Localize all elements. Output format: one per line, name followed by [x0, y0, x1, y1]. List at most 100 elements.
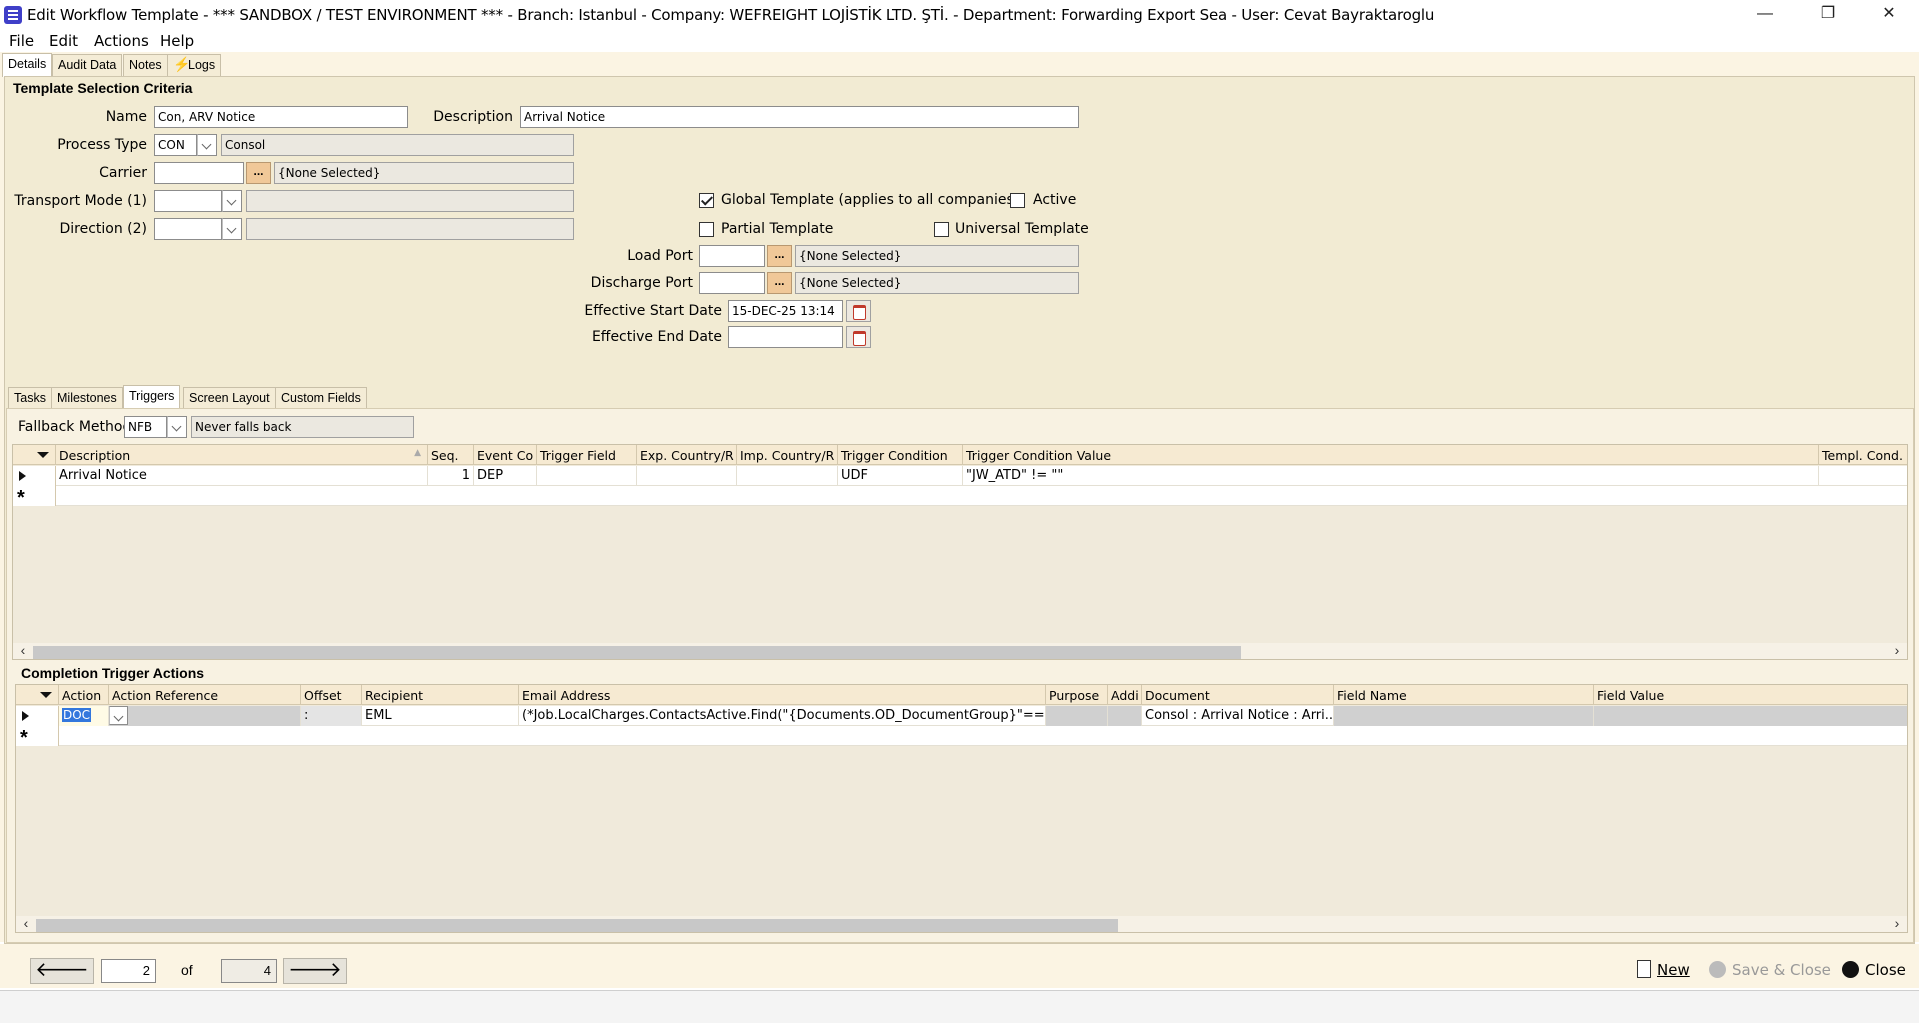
name-field[interactable]: Con, ARV Notice: [154, 106, 408, 128]
menu-edit[interactable]: Edit: [49, 32, 78, 50]
menu-actions[interactable]: Actions: [94, 32, 149, 50]
col-templ-cond-1[interactable]: Templ. Cond. 1: [1819, 445, 1907, 465]
cell-exp-country[interactable]: [637, 466, 737, 486]
col-seq[interactable]: Seq.: [428, 445, 474, 465]
carrier-lookup-button[interactable]: ...: [246, 162, 271, 184]
calendar-icon[interactable]: [846, 326, 871, 348]
minimize-button[interactable]: —: [1742, 0, 1788, 30]
menu-help[interactable]: Help: [160, 32, 194, 50]
cell-document[interactable]: Consol : Arrival Notice : Arri...: [1142, 706, 1334, 726]
cell-action[interactable]: DOC: [59, 706, 109, 726]
col-email-address[interactable]: Email Address: [519, 685, 1046, 705]
new-row[interactable]: *: [16, 726, 1907, 748]
description-field[interactable]: Arrival Notice: [520, 106, 1079, 128]
scroll-right-icon[interactable]: ›: [1889, 916, 1905, 932]
cell-offset[interactable]: :: [301, 706, 362, 726]
cell-trigger-field[interactable]: [537, 466, 637, 486]
scroll-right-icon[interactable]: ›: [1889, 643, 1905, 659]
effective-end-field[interactable]: [728, 326, 843, 348]
cell-recipient[interactable]: EML: [362, 706, 519, 726]
col-imp-country[interactable]: Imp. Country/R: [737, 445, 838, 465]
col-action[interactable]: Action: [59, 685, 109, 705]
transport-mode-field[interactable]: [154, 190, 222, 212]
close-button[interactable]: Close: [1840, 958, 1906, 982]
tab-screen-layout[interactable]: Screen Layout: [183, 387, 276, 408]
tab-milestones[interactable]: Milestones: [51, 387, 123, 408]
active-checkbox[interactable]: [1010, 193, 1025, 208]
universal-template-checkbox[interactable]: [934, 222, 949, 237]
table-row[interactable]: DOC : EML (*Job.LocalCharges.ContactsAct…: [16, 706, 1907, 726]
tab-notes[interactable]: Notes: [123, 54, 168, 76]
load-port-lookup-button[interactable]: ...: [767, 245, 792, 267]
process-type-dropdown[interactable]: [197, 134, 217, 156]
grid-menu[interactable]: [13, 445, 56, 465]
new-button[interactable]: New: [1634, 958, 1694, 982]
cell-field-name[interactable]: [1334, 706, 1594, 726]
calendar-icon[interactable]: [846, 300, 871, 322]
col-field-name[interactable]: Field Name: [1334, 685, 1594, 705]
current-record-field[interactable]: 2: [101, 959, 156, 983]
triggers-grid-header: Description ▲ Seq. Event Co Trigger Fiel…: [13, 445, 1907, 465]
scroll-thumb[interactable]: [36, 919, 1118, 932]
tab-logs[interactable]: ⚡ Logs: [167, 54, 222, 76]
col-description[interactable]: Description ▲: [56, 445, 428, 465]
col-recipient[interactable]: Recipient: [362, 685, 519, 705]
menu-file[interactable]: File: [9, 32, 34, 50]
cell-field-value[interactable]: [1594, 706, 1907, 726]
scroll-left-icon[interactable]: ‹: [18, 916, 34, 932]
restore-button[interactable]: ❐: [1805, 0, 1851, 30]
fallback-method-dropdown[interactable]: [167, 416, 187, 438]
triggers-hscrollbar[interactable]: ‹ ›: [13, 643, 1907, 659]
cell-email-address[interactable]: (*Job.LocalCharges.ContactsActive.Find("…: [519, 706, 1046, 726]
cell-imp-country[interactable]: [737, 466, 838, 486]
carrier-field[interactable]: [154, 162, 244, 184]
col-purpose[interactable]: Purpose: [1046, 685, 1108, 705]
global-template-checkbox[interactable]: [699, 193, 714, 208]
close-window-button[interactable]: ✕: [1866, 0, 1912, 30]
cell-trigger-condition-value[interactable]: "JW_ATD" != "": [963, 466, 1819, 486]
col-document[interactable]: Document: [1142, 685, 1334, 705]
cell-seq[interactable]: 1: [428, 466, 474, 486]
cell-event-code[interactable]: DEP: [474, 466, 537, 486]
cell-templ-cond-1[interactable]: [1819, 466, 1907, 486]
tab-details[interactable]: Details: [2, 53, 53, 77]
load-port-field[interactable]: [699, 245, 765, 267]
next-record-button[interactable]: 🡒: [283, 958, 347, 984]
discharge-port-lookup-button[interactable]: ...: [767, 272, 792, 294]
fallback-method-field[interactable]: NFB: [124, 416, 167, 438]
scroll-left-icon[interactable]: ‹: [15, 643, 31, 659]
effective-start-field[interactable]: 15-DEC-25 13:14: [728, 300, 843, 322]
col-trigger-condition-value[interactable]: Trigger Condition Value: [963, 445, 1819, 465]
new-row[interactable]: *: [13, 486, 1907, 508]
col-addi[interactable]: Addi: [1108, 685, 1142, 705]
direction-dropdown[interactable]: [222, 218, 242, 240]
cell-purpose[interactable]: [1046, 706, 1108, 726]
actions-hscrollbar[interactable]: ‹ ›: [16, 916, 1907, 932]
previous-record-button[interactable]: 🡐: [30, 958, 94, 984]
discharge-port-field[interactable]: [699, 272, 765, 294]
cell-description[interactable]: Arrival Notice: [56, 466, 428, 486]
tab-audit-data[interactable]: Audit Data: [52, 54, 123, 76]
col-trigger-field[interactable]: Trigger Field: [537, 445, 637, 465]
action-reference-dropdown[interactable]: [109, 706, 128, 725]
direction-field[interactable]: [154, 218, 222, 240]
partial-template-checkbox[interactable]: [699, 222, 714, 237]
tab-tasks[interactable]: Tasks: [8, 387, 52, 408]
scroll-thumb[interactable]: [33, 646, 1241, 659]
process-type-field[interactable]: CON: [154, 134, 197, 156]
transport-mode-dropdown[interactable]: [222, 190, 242, 212]
table-row[interactable]: Arrival Notice 1 DEP UDF "JW_ATD" != "": [13, 466, 1907, 486]
cell-trigger-condition[interactable]: UDF: [838, 466, 963, 486]
col-field-value[interactable]: Field Value: [1594, 685, 1907, 705]
tab-custom-fields[interactable]: Custom Fields: [275, 387, 367, 408]
grid-menu[interactable]: [16, 685, 59, 705]
cell-addi[interactable]: [1108, 706, 1142, 726]
col-offset[interactable]: Offset: [301, 685, 362, 705]
col-action-reference[interactable]: Action Reference: [109, 685, 301, 705]
col-event-code[interactable]: Event Co: [474, 445, 537, 465]
col-exp-country[interactable]: Exp. Country/R: [637, 445, 737, 465]
tab-triggers[interactable]: Triggers: [123, 385, 181, 408]
col-trigger-condition[interactable]: Trigger Condition: [838, 445, 963, 465]
save-close-button[interactable]: Save & Close: [1707, 958, 1831, 982]
cell-action-reference[interactable]: [109, 706, 301, 726]
